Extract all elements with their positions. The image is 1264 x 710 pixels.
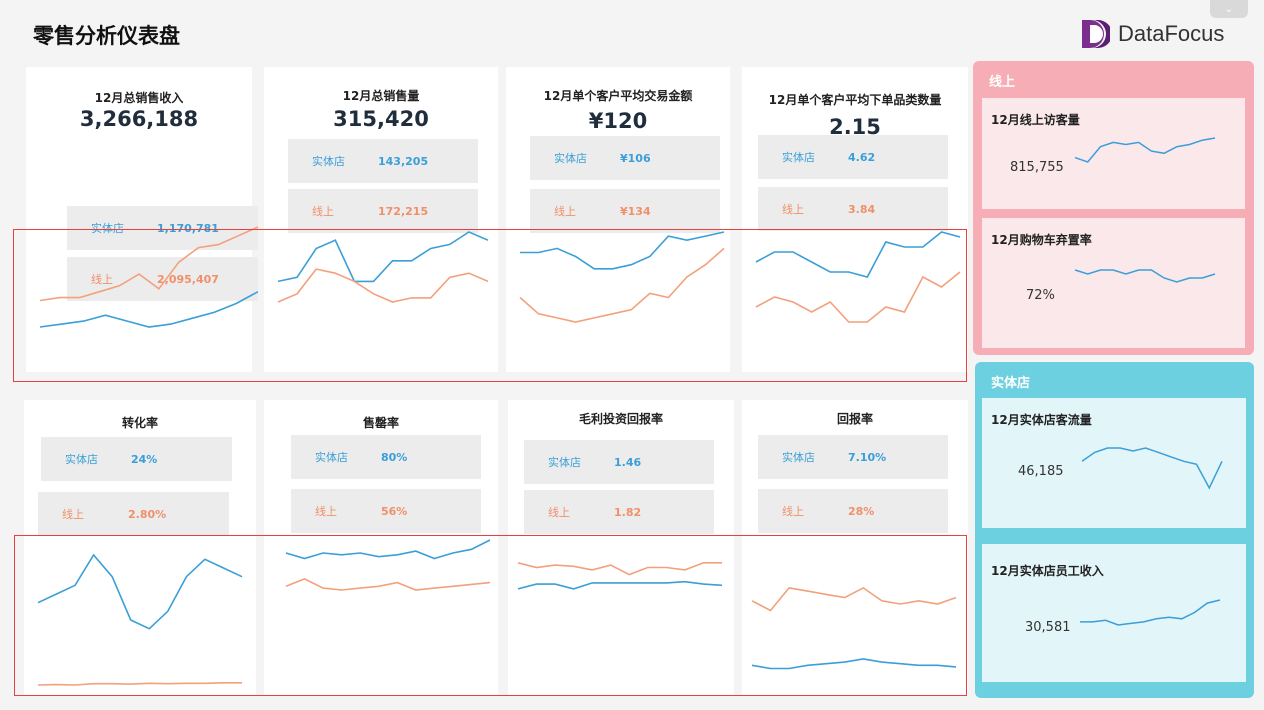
metric-label: 线上 [315, 505, 337, 518]
metric-label: 实体店 [65, 453, 98, 466]
store-panel: 实体店 12月实体店客流量 46,185 12月实体店员工收入 30,581 [975, 362, 1254, 698]
kpi-value: 3,266,188 [79, 107, 199, 131]
online-visitors-card: 12月线上访客量 815,755 [982, 98, 1245, 209]
metric-label: 实体店 [548, 456, 581, 469]
online-metric: 线上 56% [291, 489, 481, 533]
store-traffic-sparkline [1081, 447, 1223, 490]
metric-value: 143,205 [378, 154, 429, 168]
metric-label: 线上 [312, 205, 334, 218]
store-metric: 实体店 143,205 [288, 139, 478, 183]
store-metric: 实体店 7.10% [758, 435, 948, 479]
store-metric: 实体店 4.62 [758, 135, 948, 179]
metric-value: 24% [131, 452, 158, 466]
collapse-toggle[interactable]: ⌄ [1210, 0, 1248, 18]
staff-income-title: 12月实体店员工收入 [991, 564, 1104, 578]
sparkline-series [1074, 269, 1216, 283]
kpi-title: 售罄率 [362, 416, 399, 430]
metric-value: ¥106 [620, 151, 651, 165]
metric-value: 172,215 [378, 204, 429, 218]
page-title: 零售分析仪表盘 [33, 24, 180, 48]
metric-label: 线上 [782, 505, 804, 518]
metric-value: 80% [381, 450, 408, 464]
kpi-title: 回报率 [836, 412, 873, 426]
metric-label: 线上 [554, 205, 576, 218]
online-metric: 线上 ¥134 [530, 189, 720, 233]
online-visitors-value: 815,755 [1010, 160, 1064, 175]
kpi-title: 转化率 [121, 416, 158, 430]
store-traffic-title: 12月实体店客流量 [991, 413, 1092, 427]
online-panel: 线上 12月线上访客量 815,755 12月购物车弃置率 72% [973, 61, 1254, 355]
online-metric: 线上 1.82 [524, 490, 714, 534]
chevron-down-icon: ⌄ [1224, 3, 1234, 15]
metric-label: 线上 [782, 203, 804, 216]
metric-value: 2.80% [128, 507, 167, 521]
metric-value: 7.10% [848, 450, 887, 464]
metric-label: 实体店 [312, 155, 345, 168]
store-metric: 实体店 1.46 [524, 440, 714, 484]
store-metric: 实体店 ¥106 [530, 136, 720, 180]
metric-label: 实体店 [782, 151, 815, 164]
online-metric: 线上 28% [758, 489, 948, 533]
cart-abandon-card: 12月购物车弃置率 72% [982, 218, 1245, 348]
kpi-title: 12月单个客户平均交易金额 [543, 89, 693, 103]
online-visitors-sparkline [1074, 137, 1216, 163]
sparkline-series [1074, 137, 1216, 163]
cart-abandon-title: 12月购物车弃置率 [991, 233, 1092, 247]
kpi-value: 315,420 [333, 107, 429, 131]
metric-label: 实体店 [554, 152, 587, 165]
metric-label: 实体店 [782, 451, 815, 464]
cart-abandon-sparkline [1074, 269, 1216, 283]
store-traffic-value: 46,185 [1018, 464, 1064, 479]
sparkline-series [1080, 599, 1221, 626]
metric-label: 实体店 [315, 451, 348, 464]
kpi-title: 12月单个客户平均下单品类数量 [768, 93, 942, 107]
online-metric: 线上 2.80% [38, 492, 229, 536]
metric-value: 4.62 [848, 150, 876, 164]
online-metric: 线上 172,215 [288, 189, 478, 233]
logo-text: DataFocus [1118, 21, 1225, 46]
datafocus-logo-icon [1082, 20, 1110, 48]
datafocus-logo: DataFocus [1080, 18, 1224, 50]
store-traffic-card: 12月实体店客流量 46,185 [982, 398, 1246, 528]
online-panel-title: 线上 [989, 75, 1016, 90]
metric-value: 1.46 [614, 455, 642, 469]
kpi-title: 12月总销售量 [342, 89, 420, 103]
metric-value: 28% [848, 504, 875, 518]
kpi-title: 12月总销售收入 [94, 91, 184, 105]
store-metric: 实体店 80% [291, 435, 481, 479]
store-panel-title: 实体店 [991, 376, 1031, 391]
metric-value: ¥134 [620, 204, 651, 218]
metric-label: 线上 [62, 508, 84, 521]
store-metric: 实体店 24% [41, 437, 232, 481]
metric-label: 线上 [548, 506, 570, 519]
staff-income-sparkline [1080, 599, 1221, 626]
kpi-title: 毛利投资回报率 [578, 412, 663, 426]
cart-abandon-value: 72% [1026, 288, 1055, 303]
staff-income-value: 30,581 [1025, 620, 1071, 635]
staff-income-card: 12月实体店员工收入 30,581 [982, 544, 1246, 682]
metric-value: 56% [381, 504, 408, 518]
highlight-frame-top [13, 229, 967, 382]
sparkline-series [1081, 447, 1223, 490]
highlight-frame-bottom [14, 535, 967, 696]
metric-value: 3.84 [848, 202, 876, 216]
online-metric: 线上 3.84 [758, 187, 948, 231]
metric-value: 1.82 [614, 505, 642, 519]
online-visitors-title: 12月线上访客量 [991, 113, 1080, 127]
kpi-value: ¥120 [588, 109, 648, 133]
